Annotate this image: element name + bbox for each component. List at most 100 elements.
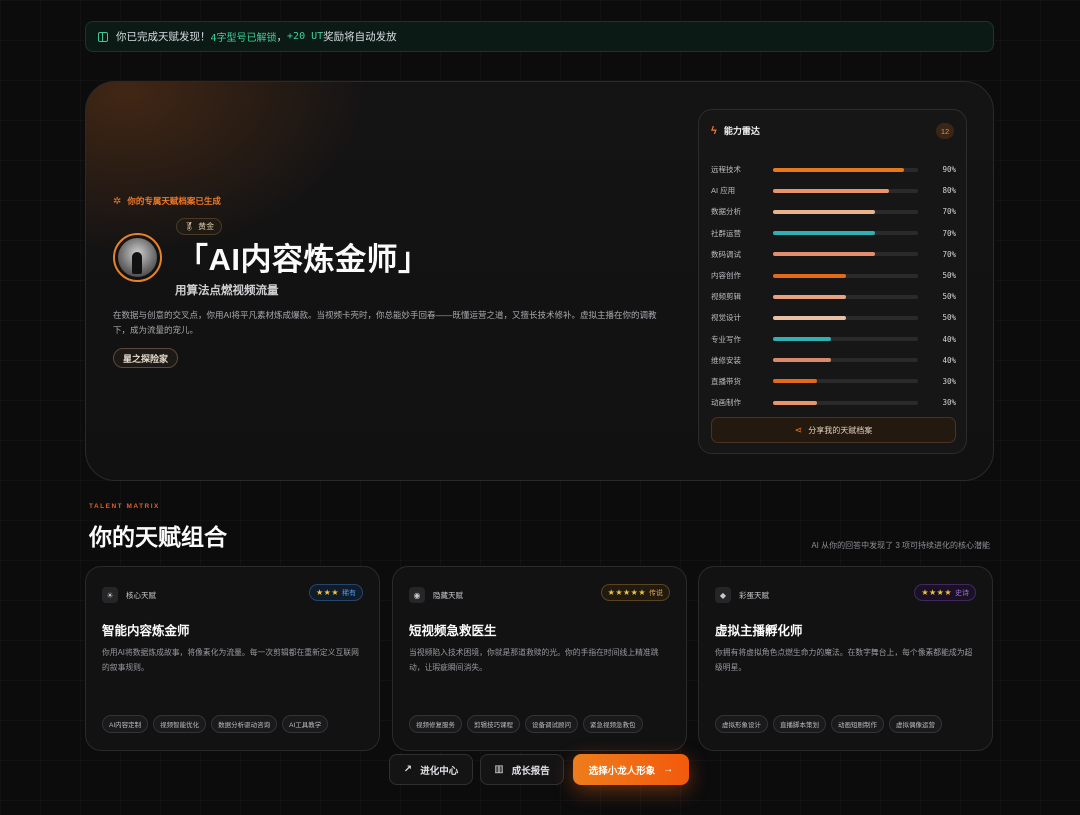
skill-bar-fill	[773, 209, 875, 214]
talent-title: 「AI内容炼金师」	[177, 242, 430, 277]
growth-report-label: 成长报告	[511, 765, 550, 777]
profile-generated-tag: ✲ 你的专属天赋档案已生成	[113, 195, 221, 207]
radar-title: 能力雷达	[723, 126, 760, 136]
skill-bar	[773, 209, 918, 214]
talent-kind-label: 彩蛋天赋	[739, 590, 769, 600]
skill-percent: 40%	[942, 334, 956, 344]
skill-bar	[773, 252, 918, 257]
talent-profile-card: ✲ 你的专属天赋档案已生成 🏅︎ 黄金 「AI内容炼金师」 用算法点燃视频流量 …	[85, 81, 994, 481]
ability-radar-panel: ϟ 能力雷达 12 远程技术 90% AI 应用 80% 数据分析 70% 社群运营 70% 数…	[698, 109, 967, 454]
talent-tag[interactable]: 视频智能优化	[153, 715, 207, 733]
profile-generated-label: 你的专属天赋档案已生成	[127, 196, 221, 206]
skill-percent: 30%	[942, 398, 956, 408]
notice-highlight-reward: +20 UT	[287, 31, 324, 42]
talent-tag[interactable]: 设备调试顾问	[525, 715, 578, 733]
rarity-label: 稀有	[342, 589, 356, 597]
talent-tag[interactable]: 剪辑技巧课程	[467, 715, 520, 733]
talent-tag-list: 视频修复服务 剪辑技巧课程 设备调试顾问 紧急视频急救包	[409, 715, 643, 733]
skill-row: 远程技术 90%	[711, 159, 956, 180]
skill-percent: 50%	[942, 313, 956, 323]
evolution-center-button[interactable]: ↗ 进化中心	[389, 754, 473, 785]
talent-tag[interactable]: AI工具教学	[282, 715, 329, 733]
talent-tag-list: 虚拟形象设计 直播脚本策划 动画短剧制作 虚拟偶像运营	[715, 715, 942, 733]
skill-bar	[773, 358, 918, 363]
skill-row: 数码调试 70%	[711, 244, 956, 265]
star-icon: ★★★	[315, 588, 339, 597]
unlock-notice: 你已完成天赋发现！ 4字型号已解锁 ， +20 UT 奖励将自动发放	[85, 21, 994, 52]
talent-tag[interactable]: 直播脚本策划	[773, 715, 826, 733]
notice-prefix: 你已完成天赋发现！	[116, 31, 211, 43]
skill-name: 动画制作	[711, 398, 741, 408]
talent-tag[interactable]: 视频修复服务	[409, 715, 462, 733]
talent-subtitle: 用算法点燃视频流量	[175, 285, 279, 297]
talent-card[interactable]: ☀ 核心天赋 ★★★ 稀有 智能内容炼金师 你用AI将数据炼成故事，将像素化为流量。每一次…	[85, 566, 380, 751]
talent-tag[interactable]: 数据分析驱动咨询	[211, 715, 278, 733]
share-label: 分享我的天赋档案	[808, 425, 873, 435]
growth-report-button[interactable]: ▥ 成长报告	[480, 754, 564, 785]
rarity-label: 史诗	[955, 589, 969, 597]
skill-bar-fill	[773, 167, 904, 172]
skill-bar-fill	[773, 188, 889, 193]
explorer-badge-button[interactable]: 星之探险家	[113, 348, 179, 368]
matrix-eyebrow: TALENT MATRIX	[89, 503, 160, 510]
matrix-title: 你的天赋组合	[89, 524, 227, 550]
talent-tag[interactable]: 虚拟偶像运营	[889, 715, 942, 733]
skill-bar-fill	[773, 358, 831, 363]
skill-name: 社群运营	[711, 228, 741, 238]
rarity-badge: ★★★ 稀有	[308, 584, 363, 601]
skill-bar	[773, 294, 918, 299]
talent-tag[interactable]: AI内容定制	[102, 715, 149, 733]
share-profile-button[interactable]: ⋖ 分享我的天赋档案	[711, 417, 956, 443]
talent-card-title: 智能内容炼金师	[102, 624, 190, 638]
skill-bar	[773, 167, 918, 172]
talent-kind-label: 核心天赋	[126, 590, 156, 600]
talent-card-title: 虚拟主播孵化师	[715, 624, 803, 638]
notice-highlight-model: 4字型号已解锁	[210, 33, 277, 44]
radar-header: ϟ 能力雷达	[711, 124, 760, 137]
talent-tag-list: AI内容定制 视频智能优化 数据分析驱动咨询 AI工具教学	[102, 715, 329, 733]
talent-tag[interactable]: 动画短剧制作	[831, 715, 884, 733]
gold-rank-badge: 🏅︎ 黄金	[176, 218, 223, 235]
skill-bar-fill	[773, 273, 846, 278]
skill-percent: 70%	[942, 249, 956, 259]
talent-tag[interactable]: 虚拟形象设计	[715, 715, 768, 733]
skill-list: 远程技术 90% AI 应用 80% 数据分析 70% 社群运营 70% 数码调试 70% 内容创作…	[711, 159, 956, 413]
skill-percent: 90%	[942, 165, 956, 175]
notice-mid: ，	[276, 31, 288, 43]
skill-bar	[773, 379, 918, 384]
talent-kind: ☀ 核心天赋	[102, 587, 156, 603]
skill-row: 数据分析 70%	[711, 201, 956, 222]
skill-row: 维修安装 40%	[711, 350, 956, 371]
skill-row: AI 应用 80%	[711, 180, 956, 201]
matrix-note: AI 从你的回答中发现了 3 项可持续进化的核心潜能	[811, 541, 990, 550]
evolution-center-label: 进化中心	[420, 765, 459, 777]
choose-avatar-label: 选择小龙人形象	[588, 765, 656, 777]
talent-card[interactable]: ◆ 彩蛋天赋 ★★★★ 史诗 虚拟主播孵化师 你拥有将虚拟角色点燃生命力的魔法。在数字舞台…	[698, 566, 993, 751]
skill-percent: 50%	[942, 271, 956, 281]
skill-percent: 80%	[942, 186, 956, 196]
skill-name: 数据分析	[711, 207, 741, 217]
talent-kind-icon: ◉	[409, 587, 425, 603]
skill-bar	[773, 315, 918, 320]
star-icon: ★★★★★	[607, 588, 646, 597]
talent-card[interactable]: ◉ 隐藏天赋 ★★★★★ 传说 短视频急救医生 当视频陷入技术困境，你就是那道救赎的光。你…	[392, 566, 687, 751]
choose-avatar-button[interactable]: 选择小龙人形象 →	[573, 754, 689, 785]
skill-bar-fill	[773, 231, 875, 236]
skill-percent: 40%	[942, 355, 956, 365]
skill-bar-fill	[773, 294, 846, 299]
skill-name: 视觉设计	[711, 313, 741, 323]
rarity-badge: ★★★★★ 传说	[600, 584, 670, 601]
talent-kind-label: 隐藏天赋	[433, 590, 463, 600]
talent-kind-icon: ◆	[715, 587, 731, 603]
talent-kind: ◉ 隐藏天赋	[409, 587, 463, 603]
skill-row: 直播带货 30%	[711, 371, 956, 392]
medal-icon: 🏅︎	[184, 222, 195, 231]
skill-name: 数码调试	[711, 249, 741, 259]
talent-tag[interactable]: 紧急视频急救包	[583, 715, 643, 733]
bar-chart-icon: ▥	[494, 764, 504, 775]
skill-bar-fill	[773, 315, 846, 320]
skill-row: 社群运营 70%	[711, 223, 956, 244]
skill-percent: 70%	[942, 228, 956, 238]
notice-suffix: 奖励将自动发放	[323, 31, 397, 43]
talent-card-description: 当视频陷入技术困境，你就是那道救赎的光。你的手指在时间线上精准跳动，让瑕疵瞬间消…	[409, 648, 659, 672]
